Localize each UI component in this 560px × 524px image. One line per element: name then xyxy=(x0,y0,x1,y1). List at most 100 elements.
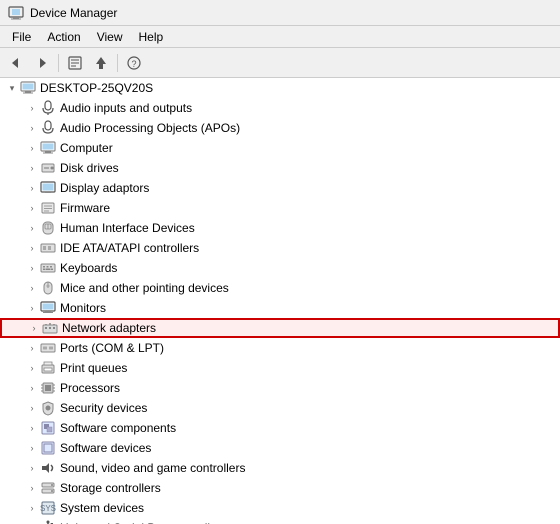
label-display-adaptors: Display adaptors xyxy=(60,181,149,195)
expander-audio-processing: › xyxy=(24,120,40,136)
expander-sound: › xyxy=(24,460,40,476)
icon-ports xyxy=(40,340,56,356)
icon-ide xyxy=(40,240,56,256)
expander-hid: › xyxy=(24,220,40,236)
tree-item-security-devices[interactable]: › Security devices xyxy=(0,398,560,418)
expander-usb: › xyxy=(24,520,40,524)
tree-item-print-queues[interactable]: › Print queues xyxy=(0,358,560,378)
expander-software-components: › xyxy=(24,420,40,436)
tree-item-computer[interactable]: › Computer xyxy=(0,138,560,158)
icon-network-adapters xyxy=(42,320,58,336)
tree-item-keyboards[interactable]: › Keyboards xyxy=(0,258,560,278)
expander-ports: › xyxy=(24,340,40,356)
expander-audio-inputs: › xyxy=(24,100,40,116)
tree-item-software-devices[interactable]: › Software devices xyxy=(0,438,560,458)
help-button[interactable]: ? xyxy=(122,52,146,74)
tree-item-processors[interactable]: › Processors xyxy=(0,378,560,398)
expander-keyboards: › xyxy=(24,260,40,276)
expander-ide: › xyxy=(24,240,40,256)
svg-text:?: ? xyxy=(131,59,136,69)
tree-item-display-adaptors[interactable]: › Display adaptors xyxy=(0,178,560,198)
label-audio-processing: Audio Processing Objects (APOs) xyxy=(60,121,240,135)
icon-hid xyxy=(40,220,56,236)
menu-help[interactable]: Help xyxy=(131,28,172,46)
forward-button[interactable] xyxy=(30,52,54,74)
expander-storage-controllers: › xyxy=(24,480,40,496)
label-system-devices: System devices xyxy=(60,501,144,515)
icon-keyboards xyxy=(40,260,56,276)
expander-system-devices: › xyxy=(24,500,40,516)
label-disk-drives: Disk drives xyxy=(60,161,119,175)
tree-item-monitors[interactable]: › Monitors xyxy=(0,298,560,318)
icon-audio-processing xyxy=(40,120,56,136)
app-icon xyxy=(8,5,24,21)
icon-display-adaptors xyxy=(40,180,56,196)
label-software-devices: Software devices xyxy=(60,441,151,455)
icon-firmware xyxy=(40,200,56,216)
svg-text:SYS: SYS xyxy=(40,504,56,513)
computer-icon xyxy=(20,80,36,96)
tree-root[interactable]: ▾ DESKTOP-25QV20S xyxy=(0,78,560,98)
icon-software-devices xyxy=(40,440,56,456)
icon-print-queues xyxy=(40,360,56,376)
expander-processors: › xyxy=(24,380,40,396)
expander-security-devices: › xyxy=(24,400,40,416)
label-computer: Computer xyxy=(60,141,113,155)
label-hid: Human Interface Devices xyxy=(60,221,195,235)
expander-print-queues: › xyxy=(24,360,40,376)
expander-monitors: › xyxy=(24,300,40,316)
tree-item-storage-controllers[interactable]: › Storage controllers xyxy=(0,478,560,498)
menu-bar: File Action View Help xyxy=(0,26,560,48)
title-bar: Device Manager xyxy=(0,0,560,26)
tree-item-mice[interactable]: › Mice and other pointing devices xyxy=(0,278,560,298)
tree-item-hid[interactable]: › Human Interface Devices xyxy=(0,218,560,238)
expander-network-adapters: › xyxy=(26,320,42,336)
tree-item-system-devices[interactable]: › SYS System devices xyxy=(0,498,560,518)
expander-computer: › xyxy=(24,140,40,156)
tree-item-usb[interactable]: › Universal Serial Bus controllers xyxy=(0,518,560,524)
tree-item-audio-processing[interactable]: › Audio Processing Objects (APOs) xyxy=(0,118,560,138)
root-expander: ▾ xyxy=(4,80,20,96)
icon-mice xyxy=(40,280,56,296)
expander-mice: › xyxy=(24,280,40,296)
back-button[interactable] xyxy=(4,52,28,74)
expander-disk-drives: › xyxy=(24,160,40,176)
tree-item-ide[interactable]: › IDE ATA/ATAPI controllers xyxy=(0,238,560,258)
icon-system-devices: SYS xyxy=(40,500,56,516)
icon-security-devices xyxy=(40,400,56,416)
label-mice: Mice and other pointing devices xyxy=(60,281,229,295)
icon-storage-controllers xyxy=(40,480,56,496)
icon-software-components xyxy=(40,420,56,436)
properties-button[interactable] xyxy=(63,52,87,74)
toolbar-separator-2 xyxy=(117,54,118,72)
expander-firmware: › xyxy=(24,200,40,216)
label-storage-controllers: Storage controllers xyxy=(60,481,161,495)
label-network-adapters: Network adapters xyxy=(62,321,156,335)
tree-item-disk-drives[interactable]: › Disk drives xyxy=(0,158,560,178)
icon-monitors xyxy=(40,300,56,316)
label-ports: Ports (COM & LPT) xyxy=(60,341,164,355)
label-firmware: Firmware xyxy=(60,201,110,215)
toolbar: ? xyxy=(0,48,560,78)
menu-action[interactable]: Action xyxy=(39,28,88,46)
icon-usb xyxy=(40,520,56,524)
toolbar-separator-1 xyxy=(58,54,59,72)
tree-item-audio-inputs[interactable]: › Audio inputs and outputs xyxy=(0,98,560,118)
tree-item-sound[interactable]: › Sound, video and game controllers xyxy=(0,458,560,478)
tree-item-firmware[interactable]: › Firmware xyxy=(0,198,560,218)
label-ide: IDE ATA/ATAPI controllers xyxy=(60,241,199,255)
label-software-components: Software components xyxy=(60,421,176,435)
label-monitors: Monitors xyxy=(60,301,106,315)
label-sound: Sound, video and game controllers xyxy=(60,461,245,475)
icon-computer xyxy=(40,140,56,156)
menu-view[interactable]: View xyxy=(89,28,131,46)
device-tree: ▾ DESKTOP-25QV20S › Audio inputs and out… xyxy=(0,78,560,524)
tree-item-ports[interactable]: › Ports (COM & LPT) xyxy=(0,338,560,358)
label-keyboards: Keyboards xyxy=(60,261,117,275)
tree-item-network-adapters[interactable]: › Network adapters xyxy=(0,318,560,338)
icon-audio-inputs xyxy=(40,100,56,116)
menu-file[interactable]: File xyxy=(4,28,39,46)
icon-disk-drives xyxy=(40,160,56,176)
tree-item-software-components[interactable]: › Software components xyxy=(0,418,560,438)
update-driver-button[interactable] xyxy=(89,52,113,74)
